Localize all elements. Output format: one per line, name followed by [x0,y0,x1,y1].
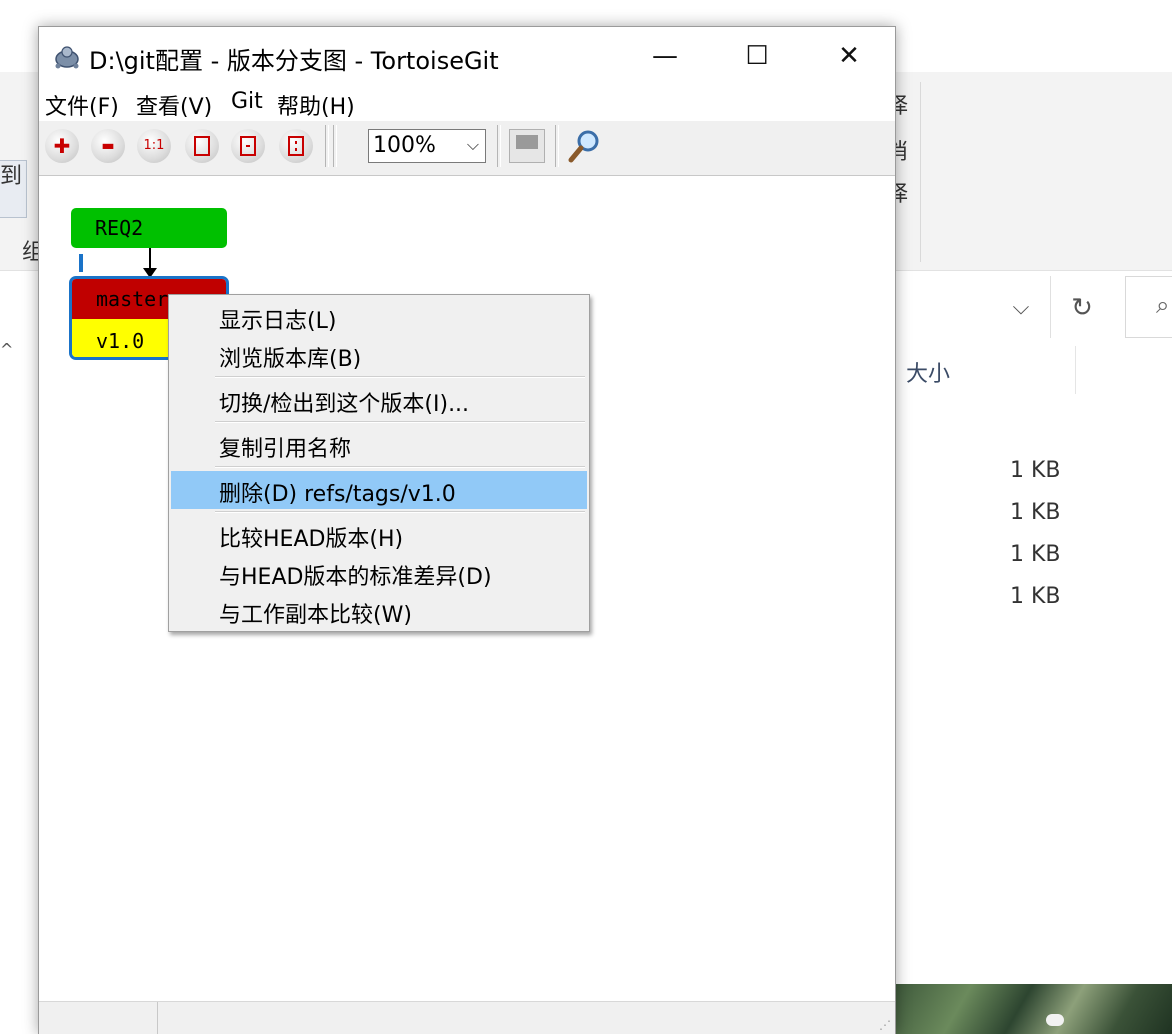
tortoisegit-app-icon [55,46,79,69]
resize-grip-icon[interactable]: ⋰ [879,1018,891,1032]
menu-view[interactable]: 查看(V) [136,89,212,121]
menu-separator [215,511,585,513]
menu-item-show-log[interactable]: 显示日志(L) [171,298,587,336]
menu-file[interactable]: 文件(F) [45,89,119,121]
fit-window-icon [288,136,304,156]
menu-item-label: 与HEAD版本的标准差异(D) [219,565,492,590]
menu-item-label: 删除(D) refs/tags/v1.0 [219,482,456,507]
title-bar[interactable]: D:\git配置 - 版本分支图 - TortoiseGit — ☐ ✕ [39,27,895,87]
overview-icon [516,135,538,149]
window-title: D:\git配置 - 版本分支图 - TortoiseGit [89,47,499,75]
branch-marker [79,254,83,272]
fit-height-icon [194,136,210,156]
menu-item-compare-working-copy[interactable]: 与工作副本比较(W) [171,592,587,630]
ribbon-divider [920,82,921,262]
toolbar: ✚ ▬ 1:1 100% ⌵ [39,121,895,176]
file-size-cell: 1 KB [1010,584,1061,609]
ref-label: REQ2 [95,216,144,240]
fit-height-button[interactable] [185,129,219,163]
menu-item-label: 复制引用名称 [219,437,352,462]
zoom-1to1-button[interactable]: 1:1 [137,129,171,163]
file-size-cell: 1 KB [1010,500,1061,525]
menu-item-label: 显示日志(L) [219,309,337,334]
menu-bar: 文件(F) 查看(V) Git 帮助(H) [39,87,895,121]
fit-window-button[interactable] [279,129,313,163]
address-dropdown-icon[interactable]: ⌵ [996,280,1046,336]
minus-icon: ▬ [101,138,115,154]
fit-width-button[interactable] [231,129,265,163]
file-size-cell: 1 KB [1010,542,1061,567]
toolbar-separator [497,125,501,167]
toolbar-separator [333,125,337,167]
ref-label: master [96,287,169,311]
minimize-button[interactable]: — [619,27,711,85]
menu-git[interactable]: Git [231,89,263,114]
chevron-down-icon: ⌵ [466,135,479,154]
status-divider [157,1002,158,1034]
menu-item-compare-head[interactable]: 比较HEAD版本(H) [171,516,587,554]
plus-icon: ✚ [53,134,71,158]
status-bar: ⋰ [39,1001,895,1034]
address-divider [1050,276,1051,338]
zoom-out-button[interactable]: ▬ [91,129,125,163]
file-size-cell: 1 KB [1010,458,1061,483]
menu-item-switch-checkout[interactable]: 切换/检出到这个版本(I)... [171,381,587,419]
overview-toggle-button[interactable] [509,129,545,163]
search-box[interactable]: ⌕ [1125,276,1172,338]
close-button[interactable]: ✕ [803,27,895,85]
refresh-icon[interactable]: ↻ [1056,280,1108,336]
one-to-one-icon: 1:1 [143,138,165,153]
menu-item-copy-ref-name[interactable]: 复制引用名称 [171,426,587,464]
menu-item-browse-repo[interactable]: 浏览版本库(B) [171,336,587,374]
ref-label: v1.0 [96,329,145,353]
search-icon: ⌕ [1156,291,1170,319]
zoom-in-button[interactable]: ✚ [45,129,79,163]
zoom-level-select[interactable]: 100% ⌵ [368,129,486,163]
column-header-divider[interactable] [1075,346,1076,394]
menu-item-label: 与工作副本比较(W) [219,603,412,628]
search-icon[interactable] [567,127,603,165]
menu-separator [215,421,585,423]
column-header-size[interactable]: 大小 [906,356,950,388]
collapse-caret-icon[interactable]: ^ [0,340,13,359]
desktop-wallpaper-photo [896,984,1172,1034]
graph-node-req2[interactable]: REQ2 [71,208,227,248]
zoom-level-value: 100% [373,133,436,158]
menu-separator [215,376,585,378]
ribbon-copy-to-label[interactable]: 到 [0,158,22,190]
menu-item-label: 浏览版本库(B) [219,347,362,372]
maximize-button[interactable]: ☐ [711,27,803,85]
toolbar-separator [325,125,329,167]
menu-item-delete-tag[interactable]: 删除(D) refs/tags/v1.0 [171,471,587,509]
menu-help[interactable]: 帮助(H) [277,89,355,121]
menu-separator [215,466,585,468]
menu-item-label: 比较HEAD版本(H) [219,527,404,552]
fit-width-icon [240,136,256,156]
toolbar-separator [555,125,559,167]
menu-item-label: 切换/检出到这个版本(I)... [219,392,470,417]
context-menu: 显示日志(L) 浏览版本库(B) 切换/检出到这个版本(I)... 复制引用名称… [168,294,590,632]
menu-item-unified-diff-head[interactable]: 与HEAD版本的标准差异(D) [171,554,587,592]
